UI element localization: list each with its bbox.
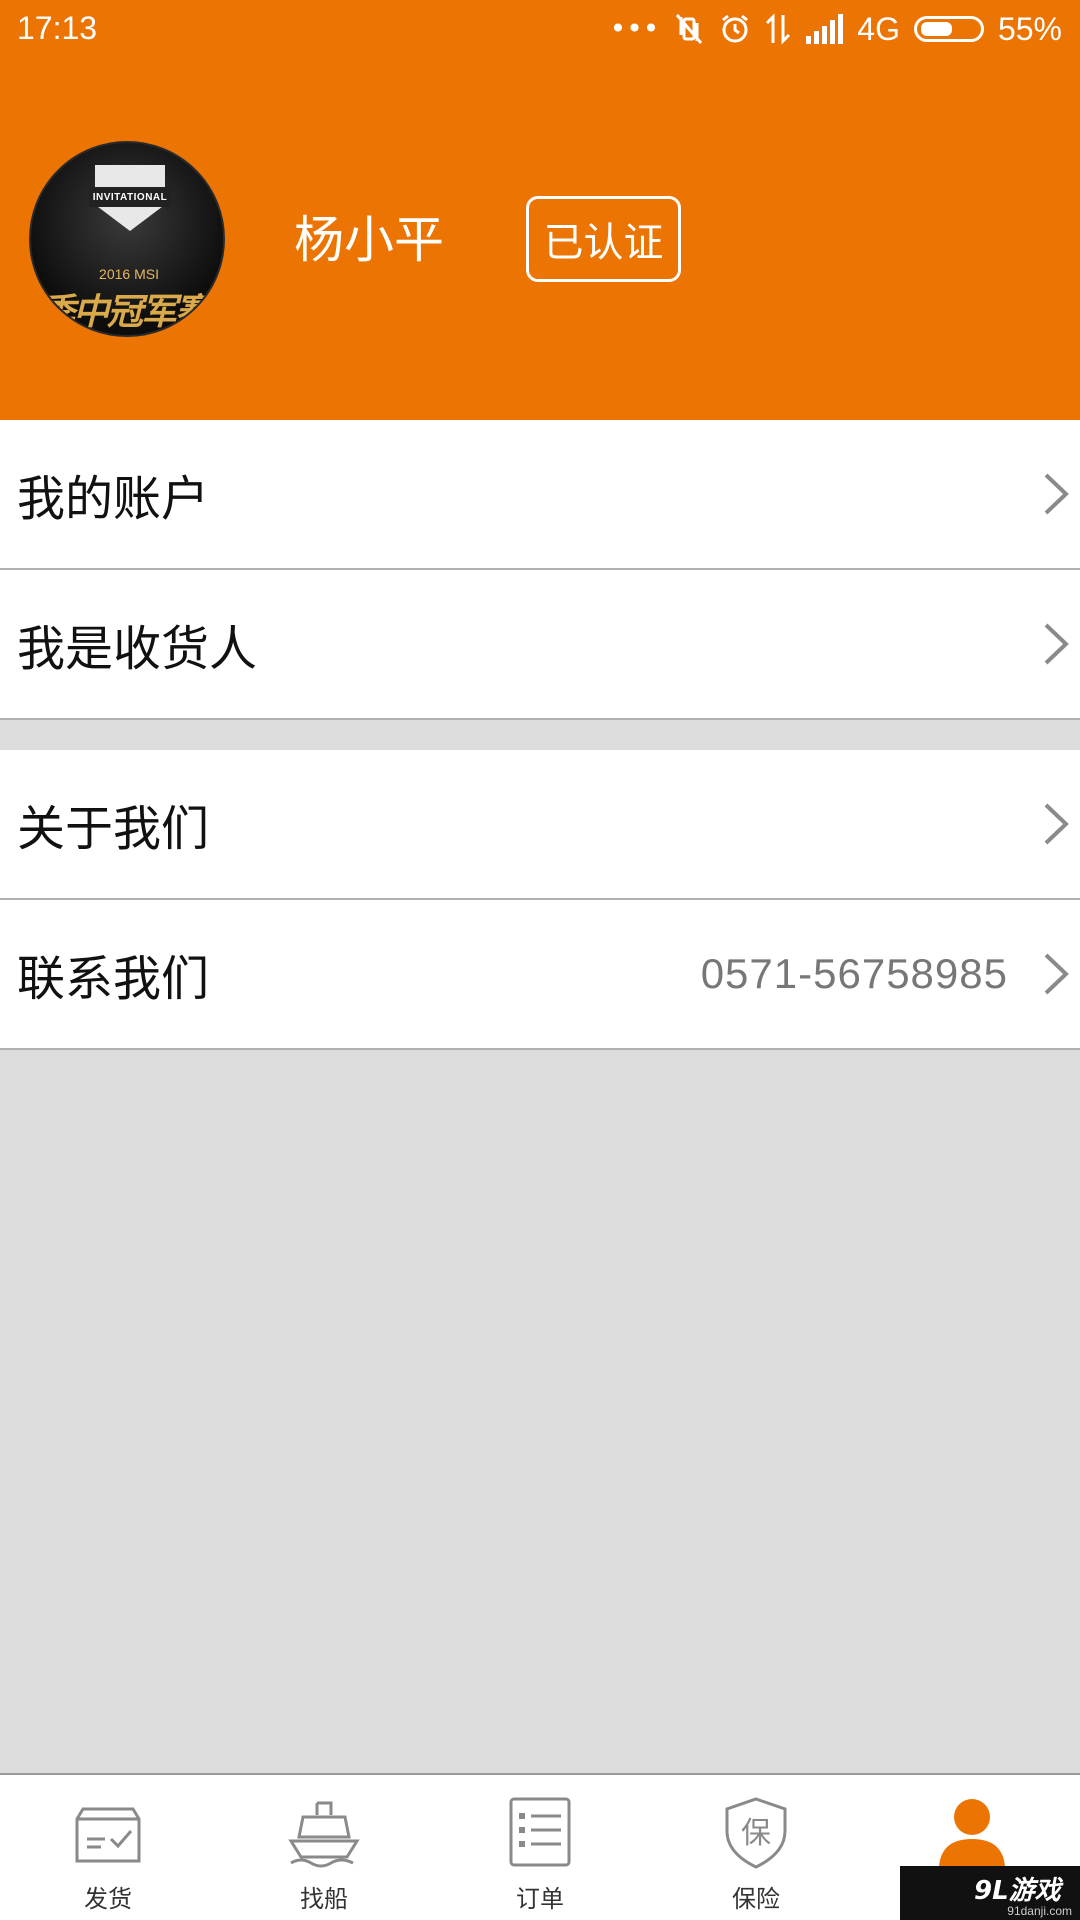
chevron-right-icon — [1044, 623, 1069, 665]
vibrate-off-icon — [676, 14, 703, 44]
menu-item-about-us[interactable]: 关于我们 — [0, 750, 1080, 900]
tab-label: 保险 — [732, 1885, 780, 1913]
tab-label: 找船 — [300, 1885, 348, 1913]
menu-group-info: 关于我们 联系我们 0571-56758985 — [0, 750, 1080, 1050]
order-list-icon — [509, 1797, 571, 1867]
menu-item-label: 我是收货人 — [17, 621, 258, 677]
verified-badge: 已认证 — [526, 196, 681, 282]
menu-item-my-account[interactable]: 我的账户 — [0, 420, 1080, 570]
chevron-right-icon — [1044, 473, 1069, 515]
watermark-url: 91danji.com — [1007, 1904, 1072, 1918]
menu-item-label: 关于我们 — [17, 801, 210, 857]
insurance-shield-icon: 保 — [725, 1797, 787, 1869]
signal-icon — [806, 14, 844, 44]
svg-text:保: 保 — [741, 1816, 771, 1851]
chevron-right-icon — [1044, 953, 1069, 995]
user-icon — [939, 1799, 1005, 1867]
status-time: 17:13 — [17, 10, 98, 46]
menu-item-label: 联系我们 — [17, 951, 210, 1007]
data-arrows-icon — [766, 13, 791, 45]
menu-item-consignee[interactable]: 我是收货人 — [0, 570, 1080, 720]
tab-label: 发货 — [84, 1885, 132, 1913]
status-bar: 17:13 ••• 4G 55% — [0, 0, 1080, 60]
menu-group-account: 我的账户 我是收货人 — [0, 420, 1080, 720]
ship-icon — [288, 1801, 360, 1868]
profile-header: 17:13 ••• 4G 55% INVITATIONAL 2016 MSI 季… — [0, 0, 1080, 420]
tab-label: 订单 — [516, 1885, 564, 1913]
tab-find-ship[interactable]: 找船 — [216, 1775, 432, 1920]
menu-item-contact-us[interactable]: 联系我们 0571-56758985 — [0, 900, 1080, 1050]
more-dots-icon: ••• — [609, 12, 660, 45]
battery-percent: 55% — [997, 10, 1062, 47]
avatar-slogan: 季中冠军赛 — [39, 292, 211, 333]
battery-icon — [913, 16, 984, 42]
tab-ship-goods[interactable]: 发货 — [0, 1775, 216, 1920]
tab-insurance[interactable]: 保 保险 — [648, 1775, 864, 1920]
network-type: 4G — [857, 10, 900, 47]
avatar[interactable]: INVITATIONAL 2016 MSI 季中冠军赛 — [29, 141, 225, 337]
status-icons: ••• 4G 55% — [610, 10, 1062, 48]
menu-item-label: 我的账户 — [17, 471, 210, 527]
contact-phone-number: 0571-56758985 — [700, 950, 1008, 997]
avatar-banner-text: INVITATIONAL — [89, 187, 171, 207]
avatar-year-text: 2016 MSI — [99, 266, 159, 282]
shipping-box-icon — [75, 1807, 141, 1863]
user-name: 杨小平 — [294, 211, 444, 269]
alarm-icon — [722, 14, 749, 43]
tab-orders[interactable]: 订单 — [432, 1775, 648, 1920]
watermark: 9L游戏 91danji.com — [900, 1866, 1080, 1920]
chevron-right-icon — [1044, 803, 1069, 845]
watermark-brand: 9L游戏 — [974, 1876, 1061, 1906]
